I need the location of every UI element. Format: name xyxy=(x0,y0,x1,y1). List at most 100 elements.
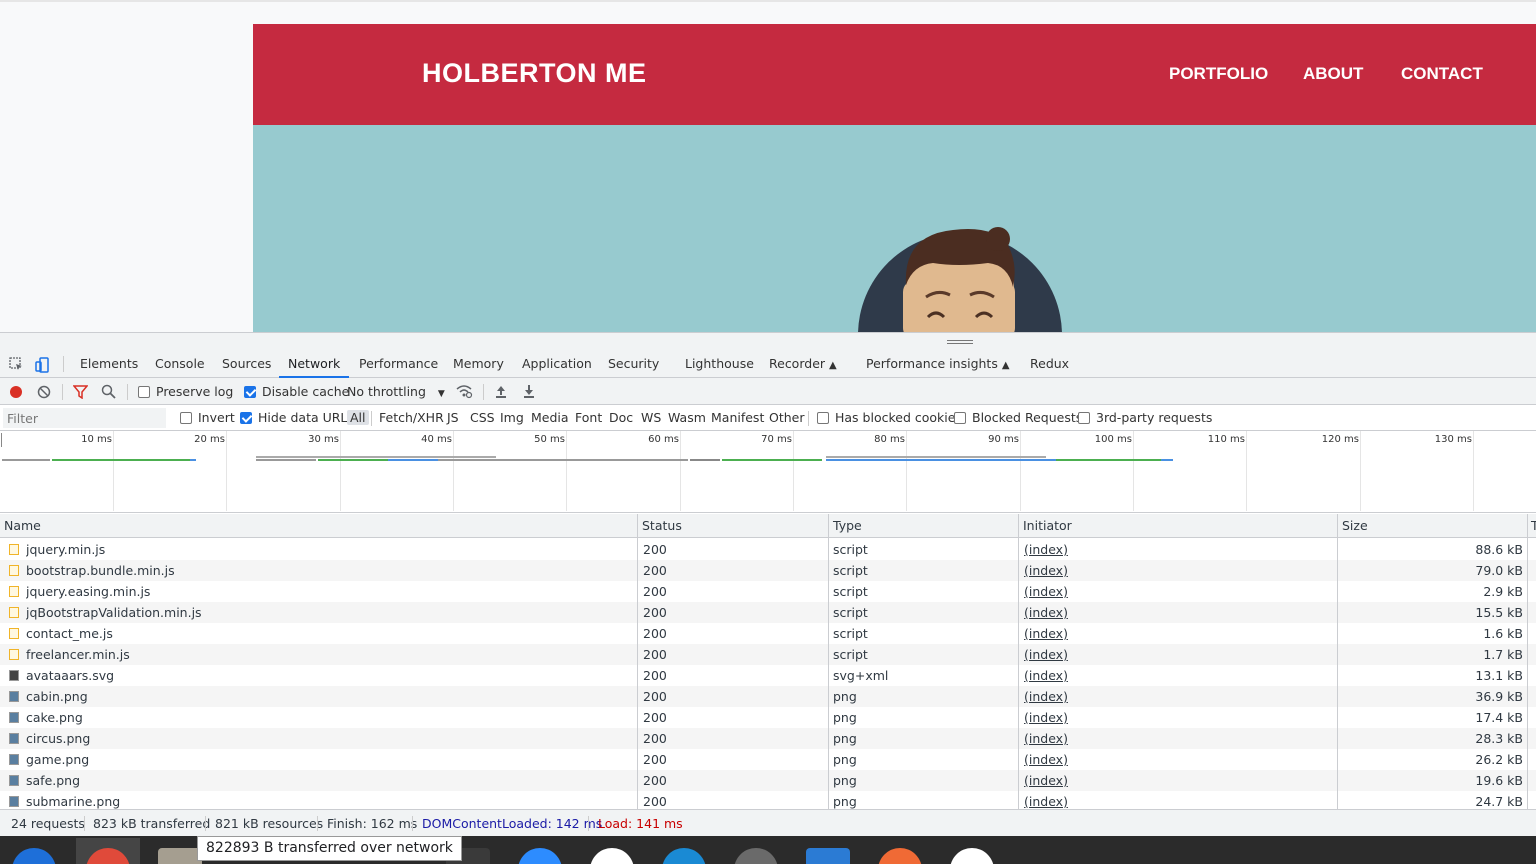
slack-icon[interactable] xyxy=(590,848,634,864)
cell-name[interactable]: circus.png xyxy=(26,728,90,749)
cell-name[interactable]: safe.png xyxy=(26,770,80,791)
table-row[interactable]: contact_me.js 200 script (index) 1.6 kB xyxy=(0,623,1536,644)
app-icon[interactable] xyxy=(12,848,56,864)
column-header-initiator[interactable]: Initiator xyxy=(1019,514,1338,538)
cell-initiator[interactable]: (index) xyxy=(1024,644,1068,665)
table-row[interactable]: jqBootstrapValidation.min.js 200 script (in… xyxy=(0,602,1536,623)
cell-name[interactable]: bootstrap.bundle.min.js xyxy=(26,560,175,581)
cell-name[interactable]: jquery.min.js xyxy=(26,539,105,560)
nav-link-about[interactable]: ABOUT xyxy=(1303,64,1363,84)
cell-name[interactable]: submarine.png xyxy=(26,791,120,809)
cell-initiator[interactable]: (index) xyxy=(1024,623,1068,644)
column-header-type[interactable]: Type xyxy=(829,514,1019,538)
site-brand[interactable]: HOLBERTON ME xyxy=(422,58,647,89)
type-filter-js[interactable]: JS xyxy=(447,405,459,431)
cell-initiator[interactable]: (index) xyxy=(1024,602,1068,623)
type-filter-fetch-xhr[interactable]: Fetch/XHR xyxy=(379,405,444,431)
settings-icon[interactable] xyxy=(734,848,778,864)
tab-memory[interactable]: Memory xyxy=(453,350,504,378)
nav-link-portfolio[interactable]: PORTFOLIO xyxy=(1169,64,1268,84)
cell-initiator[interactable]: (index) xyxy=(1024,707,1068,728)
preserve-log-checkbox[interactable]: Preserve log xyxy=(138,378,233,405)
table-row[interactable]: avataaars.svg 200 svg+xml (index) 13.1 kB xyxy=(0,665,1536,686)
transferred-size[interactable]: 823 kB transferred xyxy=(93,810,210,837)
cell-initiator[interactable]: (index) xyxy=(1024,560,1068,581)
cell-name[interactable]: freelancer.min.js xyxy=(26,644,130,665)
filter-input[interactable] xyxy=(3,408,166,428)
device-toolbar-icon[interactable] xyxy=(35,357,50,373)
throttling-select[interactable]: No throttling ▼ xyxy=(347,378,445,405)
cell-initiator[interactable]: (index) xyxy=(1024,728,1068,749)
tab-performance[interactable]: Performance xyxy=(359,350,438,378)
table-row[interactable]: jquery.easing.min.js 200 script (index) 2.9 … xyxy=(0,581,1536,602)
tab-security[interactable]: Security xyxy=(608,350,659,378)
type-filter-img[interactable]: Img xyxy=(500,405,524,431)
table-row[interactable]: bootstrap.bundle.min.js 200 script (index) 7… xyxy=(0,560,1536,581)
import-har-icon[interactable] xyxy=(494,384,508,399)
hide-data-urls-checkbox[interactable]: Hide data URLs xyxy=(240,405,354,431)
nav-link-contact[interactable]: CONTACT xyxy=(1401,64,1483,84)
cell-initiator[interactable]: (index) xyxy=(1024,581,1068,602)
table-row[interactable]: submarine.png 200 png (index) 24.7 kB xyxy=(0,791,1536,809)
cell-name[interactable]: jquery.easing.min.js xyxy=(26,581,150,602)
blocked-requests-checkbox[interactable]: Blocked Requests xyxy=(954,405,1082,431)
cell-initiator[interactable]: (index) xyxy=(1024,749,1068,770)
inspect-element-icon[interactable] xyxy=(9,357,24,372)
cell-initiator[interactable]: (index) xyxy=(1024,791,1068,809)
record-icon[interactable] xyxy=(9,385,23,399)
filter-icon[interactable] xyxy=(73,385,88,399)
tab-performance-insights[interactable]: Performance insights ▲ xyxy=(866,350,1010,378)
type-filter-css[interactable]: CSS xyxy=(470,405,495,431)
table-row[interactable]: cake.png 200 png (index) 17.4 kB xyxy=(0,707,1536,728)
tab-recorder[interactable]: Recorder ▲ xyxy=(769,350,837,378)
cell-name[interactable]: contact_me.js xyxy=(26,623,113,644)
cell-initiator[interactable]: (index) xyxy=(1024,770,1068,791)
devtools-resize-handle[interactable] xyxy=(0,332,1536,350)
cell-name[interactable]: avataaars.svg xyxy=(26,665,114,686)
type-filter-manifest[interactable]: Manifest xyxy=(711,405,764,431)
table-row[interactable]: cabin.png 200 png (index) 36.9 kB xyxy=(0,686,1536,707)
cell-initiator[interactable]: (index) xyxy=(1024,539,1068,560)
cell-name[interactable]: cake.png xyxy=(26,707,83,728)
tab-elements[interactable]: Elements xyxy=(80,350,138,378)
files-icon[interactable] xyxy=(158,848,202,864)
tab-lighthouse[interactable]: Lighthouse xyxy=(685,350,754,378)
cell-name[interactable]: jqBootstrapValidation.min.js xyxy=(26,602,202,623)
tab-redux[interactable]: Redux xyxy=(1030,350,1069,378)
network-conditions-icon[interactable] xyxy=(456,384,473,399)
cell-name[interactable]: cabin.png xyxy=(26,686,88,707)
cell-initiator[interactable]: (index) xyxy=(1024,686,1068,707)
type-filter-ws[interactable]: WS xyxy=(641,405,661,431)
tab-console[interactable]: Console xyxy=(155,350,205,378)
column-header-time[interactable]: T xyxy=(1528,514,1536,538)
tab-network[interactable]: Network xyxy=(279,350,350,378)
column-header-status[interactable]: Status xyxy=(638,514,829,538)
invert-checkbox[interactable]: Invert xyxy=(180,405,235,431)
type-filter-font[interactable]: Font xyxy=(575,405,602,431)
has-blocked-cookies-checkbox[interactable]: Has blocked cookies xyxy=(817,405,962,431)
table-row[interactable]: game.png 200 png (index) 26.2 kB xyxy=(0,749,1536,770)
drive-icon[interactable] xyxy=(950,848,994,864)
search-icon[interactable] xyxy=(101,384,116,399)
table-row[interactable]: safe.png 200 png (index) 19.6 kB xyxy=(0,770,1536,791)
type-filter-wasm[interactable]: Wasm xyxy=(668,405,706,431)
tab-sources[interactable]: Sources xyxy=(222,350,271,378)
help-icon[interactable] xyxy=(662,848,706,864)
type-filter-media[interactable]: Media xyxy=(531,405,569,431)
disable-cache-checkbox[interactable]: Disable cache xyxy=(244,378,349,405)
column-header-size[interactable]: Size xyxy=(1338,514,1528,538)
third-party-requests-checkbox[interactable]: 3rd-party requests xyxy=(1078,405,1212,431)
vscode-icon[interactable] xyxy=(806,848,850,864)
network-overview-timeline[interactable]: 10 ms 20 ms 30 ms 40 ms 50 ms 60 ms 70 m… xyxy=(0,431,1536,513)
postman-icon[interactable] xyxy=(878,848,922,864)
cell-name[interactable]: game.png xyxy=(26,749,89,770)
type-filter-all[interactable]: All xyxy=(347,410,369,425)
type-filter-other[interactable]: Other xyxy=(769,405,805,431)
column-header-name[interactable]: Name xyxy=(0,514,638,538)
table-row[interactable]: jquery.min.js 200 script (index) 88.6 kB xyxy=(0,539,1536,560)
export-har-icon[interactable] xyxy=(522,384,536,399)
type-filter-doc[interactable]: Doc xyxy=(609,405,633,431)
tab-application[interactable]: Application xyxy=(522,350,592,378)
cell-initiator[interactable]: (index) xyxy=(1024,665,1068,686)
table-row[interactable]: freelancer.min.js 200 script (index) 1.7 kB xyxy=(0,644,1536,665)
